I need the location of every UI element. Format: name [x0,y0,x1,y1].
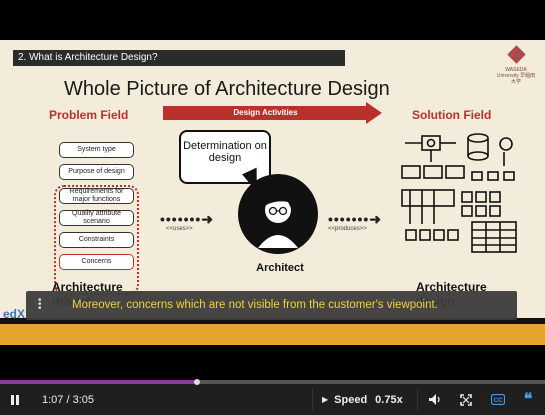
box-quality: Quality attribute scenario [59,210,134,226]
solution-diagram-icon [401,133,517,253]
box-purpose: Purpose of design [59,164,134,180]
box-requirements: Requirements for major functions [59,188,134,204]
speed-value: 0.75x [375,393,403,406]
chapter-title: 2. What is Architecture Design? [13,50,345,66]
slide-stripe [0,324,545,345]
fullscreen-icon [460,393,472,406]
caption-text: Moreover, concerns which are not visible… [72,299,438,311]
pause-icon [11,394,19,405]
solution-field-label: Solution Field [412,108,492,122]
box-system-type: System type [59,142,134,158]
uses-label: <<uses>> [166,226,193,232]
speed-button[interactable]: ▶ Speed 0.75x [322,384,414,415]
university-logo: WASEDA University 早稲田大学 [496,45,536,85]
chevron-right-icon: ▶ [322,395,329,404]
volume-button[interactable] [424,384,446,415]
logo-diamond-icon [507,45,526,64]
edx-logo: edX [3,307,26,321]
logo-text: WASEDA University 早稲田大学 [496,67,536,85]
transcript-icon: ❝ [523,390,533,408]
captions-button[interactable]: CC [486,384,510,415]
arrow-head-icon [366,102,382,124]
divider [312,388,313,411]
time-display: 1:07 / 3:05 [42,393,94,406]
caption-bar[interactable]: • • • Moreover, concerns which are not vis… [26,291,517,320]
box-concerns: Concerns [59,254,134,270]
divider [417,388,418,411]
architect-label: Architect [256,262,304,274]
pause-button[interactable] [0,384,30,415]
captions-icon: CC [491,394,505,405]
produces-label: <<produces>> [328,226,367,232]
box-constraints: Constraints [59,232,134,248]
svg-text:CC: CC [494,398,503,404]
drag-handle-icon[interactable]: • • • [38,296,42,314]
volume-icon [429,394,440,405]
design-activities-label: Design Activities [233,108,298,117]
fullscreen-button[interactable] [454,384,478,415]
slide-title: Whole Picture of Architecture Design [64,78,390,100]
video-area[interactable]: 2. What is Architecture Design? WASEDA U… [0,0,545,380]
transcript-button[interactable]: ❝ [516,384,540,415]
architect-icon [238,174,318,254]
speed-label: Speed [334,393,368,406]
problem-field-label: Problem Field [49,108,129,122]
